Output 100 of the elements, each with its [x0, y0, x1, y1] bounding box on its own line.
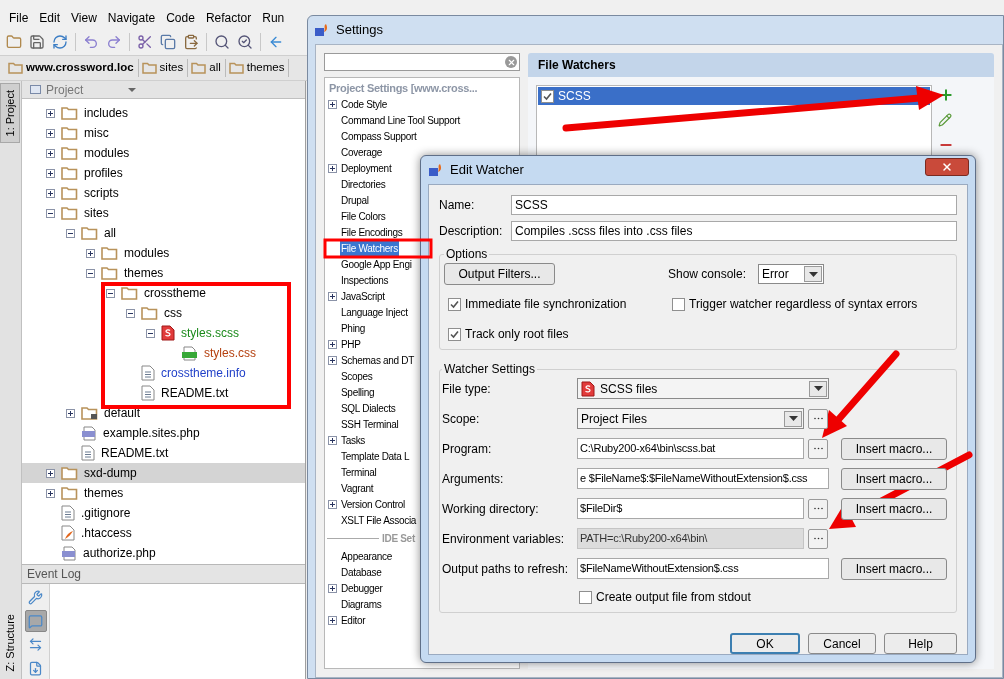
save-icon[interactable]: [29, 33, 45, 50]
tree-row[interactable]: crosstheme.info: [22, 363, 305, 383]
close-button[interactable]: [925, 158, 969, 176]
settings-item[interactable]: Terminal: [340, 464, 378, 480]
tree-row[interactable]: .htaccess: [22, 523, 305, 543]
collapse-icon[interactable]: [66, 228, 75, 238]
search-field[interactable]: [324, 53, 520, 71]
checkbox[interactable]: [448, 297, 461, 311]
expand-icon[interactable]: [46, 168, 55, 178]
settings-item[interactable]: Phing: [340, 320, 367, 336]
menu-item[interactable]: Code: [166, 9, 195, 27]
expand-icon[interactable]: [46, 148, 55, 158]
collapse-icon[interactable]: [126, 308, 135, 318]
tree-row[interactable]: profiles: [22, 163, 305, 183]
tree-row[interactable]: default: [22, 403, 305, 423]
console-dropdown[interactable]: Error: [758, 264, 825, 284]
expand-icon[interactable]: [328, 99, 337, 109]
settings-item[interactable]: Scopes: [340, 368, 374, 384]
settings-item[interactable]: Drupal: [340, 192, 370, 208]
search-check-icon[interactable]: [237, 33, 253, 50]
settings-item[interactable]: JavaScript: [340, 288, 386, 304]
settings-item[interactable]: Appearance: [340, 548, 393, 564]
file-type-dropdown[interactable]: SCSS files: [577, 378, 829, 399]
menu-item[interactable]: View: [71, 9, 97, 27]
settings-item[interactable]: Coverage: [340, 144, 383, 160]
checkbox[interactable]: [672, 297, 685, 311]
text-field[interactable]: C:\Ruby200-x64\bin\scss.bat: [577, 438, 804, 459]
redo-icon[interactable]: [106, 33, 122, 50]
tree-row[interactable]: all: [22, 223, 305, 243]
breadcrumb-item[interactable]: sites: [141, 59, 189, 77]
tree-row[interactable]: crosstheme: [22, 283, 305, 303]
checkbox[interactable]: [541, 89, 554, 103]
text-field[interactable]: Compiles .scss files into .css files: [511, 221, 957, 241]
settings-item[interactable]: Vagrant: [340, 480, 375, 496]
expand-icon[interactable]: [328, 583, 337, 593]
expand-icon[interactable]: [46, 128, 55, 138]
settings-item[interactable]: Language Inject: [340, 304, 409, 320]
expand-icon[interactable]: [328, 163, 337, 173]
settings-item[interactable]: SQL Dialects: [340, 400, 397, 416]
settings-item[interactable]: XSLT File Associa: [340, 512, 418, 528]
settings-item[interactable]: Diagrams: [340, 596, 383, 612]
output-filters-button[interactable]: Output Filters...: [444, 263, 555, 285]
expand-icon[interactable]: [328, 339, 337, 349]
breadcrumb-item[interactable]: themes: [228, 59, 290, 77]
text-field[interactable]: PATH=c:\Ruby200-x64\bin\: [577, 528, 804, 549]
clear-icon[interactable]: [505, 56, 517, 68]
settings-item[interactable]: Editor: [340, 612, 367, 628]
expand-icon[interactable]: [328, 355, 337, 365]
breadcrumb-item[interactable]: www.crossword.loc: [8, 59, 139, 77]
settings-item[interactable]: Directories: [340, 176, 387, 192]
settings-item[interactable]: SSH Terminal: [340, 416, 400, 432]
cut-icon[interactable]: [137, 33, 153, 50]
breadcrumb-item[interactable]: all: [191, 59, 226, 77]
undo-icon[interactable]: [83, 33, 99, 50]
dialog-button[interactable]: OK: [730, 633, 800, 654]
tree-row[interactable]: sxd-dump: [22, 463, 305, 483]
tree-row[interactable]: example.sites.php: [22, 423, 305, 443]
checkbox[interactable]: [579, 590, 592, 604]
collapse-icon[interactable]: [146, 328, 155, 338]
tree-row[interactable]: modules: [22, 243, 305, 263]
tree-row[interactable]: includes: [22, 103, 305, 123]
settings-item[interactable]: PHP: [340, 336, 362, 352]
expand-icon[interactable]: [66, 408, 75, 418]
settings-item[interactable]: Schemas and DT: [340, 352, 416, 368]
tool-button[interactable]: [24, 610, 47, 632]
settings-item[interactable]: File Colors: [340, 208, 387, 224]
settings-item[interactable]: Database: [340, 564, 383, 580]
tree-row[interactable]: authorize.php: [22, 543, 305, 563]
tree-row[interactable]: sites: [22, 203, 305, 223]
folder-icon[interactable]: [6, 33, 22, 50]
expand-icon[interactable]: [328, 615, 337, 625]
collapse-icon[interactable]: [46, 208, 55, 218]
sync-icon[interactable]: [52, 33, 68, 50]
text-field[interactable]: $FileDir$: [577, 498, 804, 519]
tree-row[interactable]: README.txt: [22, 383, 305, 403]
expand-icon[interactable]: [328, 435, 337, 445]
collapse-icon[interactable]: [86, 268, 95, 278]
menu-item[interactable]: Refactor: [205, 9, 252, 27]
insert-macro-button[interactable]: Insert macro...: [841, 497, 947, 520]
dialog-button[interactable]: Cancel: [808, 633, 876, 654]
checkbox[interactable]: [448, 327, 461, 341]
settings-item[interactable]: File Encodings: [340, 224, 404, 240]
menu-item[interactable]: File: [9, 9, 29, 27]
expand-icon[interactable]: [86, 248, 95, 258]
collapse-icon[interactable]: [106, 288, 115, 298]
tree-row[interactable]: scripts: [22, 183, 305, 203]
settings-item[interactable]: Compass Support: [340, 128, 418, 144]
settings-item[interactable]: Deployment: [340, 160, 393, 176]
expand-icon[interactable]: [46, 468, 55, 478]
settings-item[interactable]: Google App Engi: [340, 256, 413, 272]
expand-icon[interactable]: [328, 499, 337, 509]
scope-dropdown[interactable]: Project Files: [577, 408, 804, 429]
settings-item[interactable]: Inspections: [340, 272, 390, 288]
settings-item[interactable]: Template Data L: [340, 448, 411, 464]
expand-icon[interactable]: [328, 291, 337, 301]
tree-row[interactable]: README.txt: [22, 443, 305, 463]
menu-item[interactable]: Navigate: [107, 9, 156, 27]
menu-item[interactable]: Edit: [39, 9, 61, 27]
dialog-button[interactable]: Help: [884, 633, 957, 654]
expand-icon[interactable]: [46, 108, 55, 118]
